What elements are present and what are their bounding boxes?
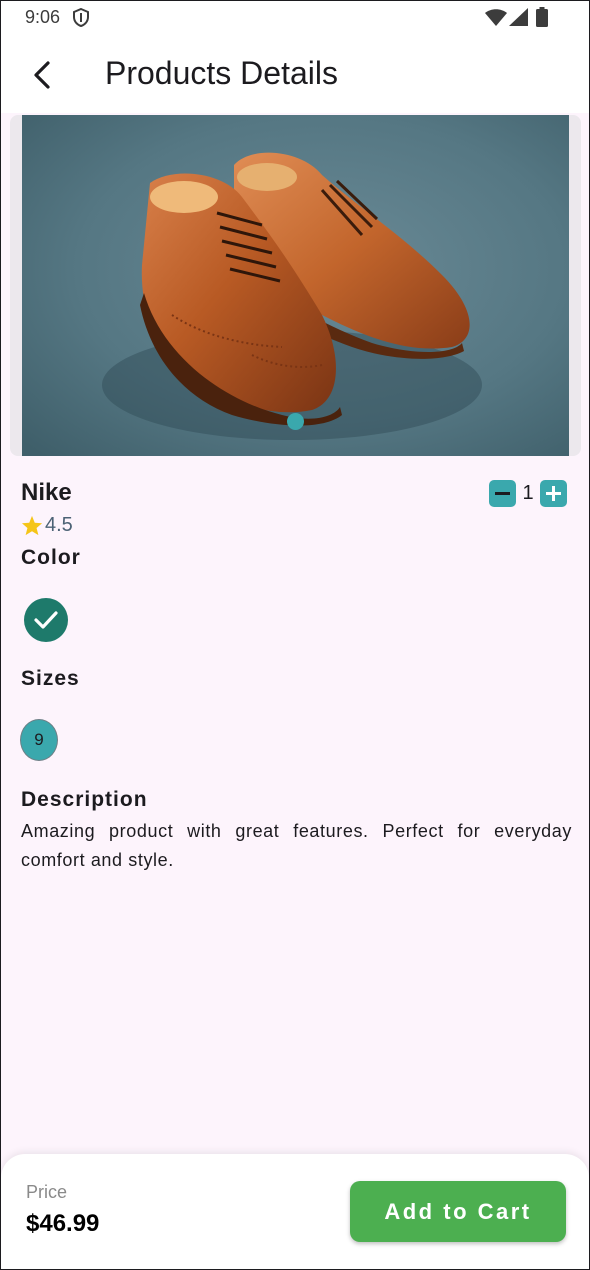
signal-icon — [509, 8, 528, 31]
minus-icon — [495, 492, 510, 495]
status-bar: 9:06 — [1, 1, 589, 35]
rating: 4.5 — [21, 514, 73, 537]
check-icon — [34, 611, 58, 629]
quantity-stepper: 1 — [489, 480, 567, 507]
price-label: Price — [26, 1182, 68, 1202]
color-label: Color — [21, 546, 81, 569]
add-to-cart-button[interactable]: Add to Cart — [350, 1181, 566, 1242]
star-icon — [21, 515, 43, 536]
sizes-label: Sizes — [21, 667, 80, 690]
product-image-carousel[interactable] — [10, 115, 581, 456]
back-button[interactable] — [19, 52, 65, 98]
product-photo — [22, 115, 569, 456]
description-text: Amazing product with great features. Per… — [21, 821, 572, 870]
bottom-bar: Price $46.99 Add to Cart — [1, 1154, 589, 1269]
chevron-left-icon — [34, 61, 50, 89]
product-name: Nike — [21, 479, 72, 506]
carousel-indicator-dot[interactable] — [287, 413, 304, 430]
app-screen: 9:06 Products Details Nike 4.5 1 Color S… — [0, 0, 590, 1270]
wifi-icon — [485, 9, 507, 31]
quantity-value: 1 — [522, 482, 534, 504]
page-title: Products Details — [105, 55, 338, 91]
size-chip[interactable]: 9 — [20, 719, 58, 761]
status-time: 9:06 — [25, 7, 61, 27]
rating-value: 4.5 — [45, 514, 73, 536]
plus-icon — [546, 486, 561, 501]
shield-icon — [73, 7, 89, 32]
battery-icon — [536, 7, 548, 32]
price-value: $46.99 — [26, 1210, 100, 1237]
description-label: Description — [21, 788, 148, 811]
color-swatch[interactable] — [24, 598, 68, 642]
increase-quantity-button[interactable] — [540, 480, 567, 507]
app-bar: Products Details — [1, 35, 589, 113]
decrease-quantity-button[interactable] — [489, 480, 516, 507]
